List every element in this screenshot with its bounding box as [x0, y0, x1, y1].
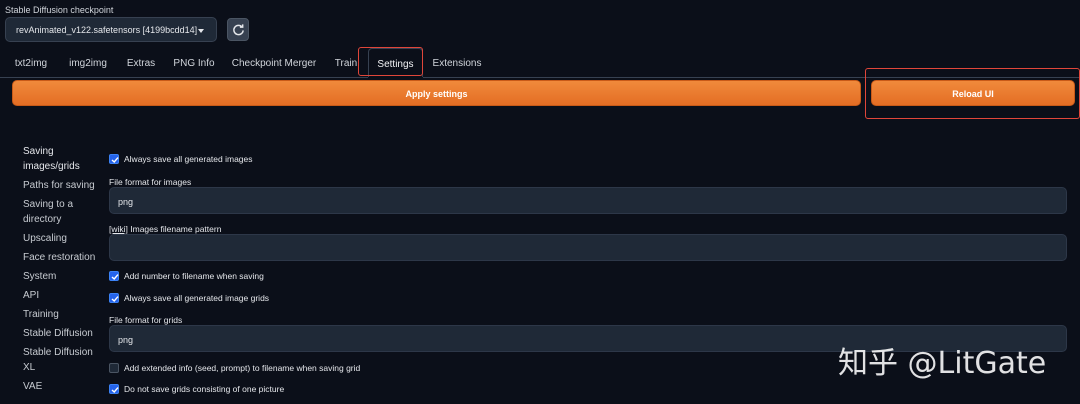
- sidebar-item-system[interactable]: System: [23, 269, 103, 284]
- always-save-grids-checkbox[interactable]: [109, 293, 119, 303]
- no-single-grid-label: Do not save grids consisting of one pict…: [124, 384, 285, 394]
- reload-ui-button[interactable]: Reload UI: [871, 80, 1075, 106]
- tab-extras[interactable]: Extras: [120, 48, 162, 78]
- sidebar-item-training[interactable]: Training: [23, 307, 103, 322]
- settings-sidebar: Saving images/grids Paths for saving Sav…: [23, 144, 103, 398]
- add-number-checkbox[interactable]: [109, 271, 119, 281]
- sidebar-item-stable-diffusion-xl[interactable]: Stable Diffusion XL: [23, 345, 103, 375]
- tab-train[interactable]: Train: [328, 48, 364, 78]
- add-extended-info-label: Add extended info (seed, prompt) to file…: [124, 363, 361, 373]
- filename-pattern-label-text: Images filename pattern: [127, 224, 222, 234]
- filename-pattern-input[interactable]: [109, 234, 1067, 261]
- sidebar-item-paths-for-saving[interactable]: Paths for saving: [23, 178, 103, 193]
- checkmark-icon: [111, 157, 119, 164]
- checkpoint-value: revAnimated_v122.safetensors [4199bcdd14…: [16, 25, 198, 35]
- sidebar-item-upscaling[interactable]: Upscaling: [23, 231, 103, 246]
- tab-png-info[interactable]: PNG Info: [168, 48, 220, 78]
- add-number-label: Add number to filename when saving: [124, 271, 264, 281]
- always-save-images-checkbox[interactable]: [109, 154, 119, 164]
- checkmark-icon: [111, 387, 119, 394]
- sidebar-item-saving-to-directory[interactable]: Saving to a directory: [23, 197, 103, 227]
- main-tabs: txt2img img2img Extras PNG Info Checkpoi…: [0, 48, 1080, 78]
- file-format-grids-label: File format for grids: [109, 315, 183, 325]
- add-extended-info-checkbox[interactable]: [109, 363, 119, 373]
- wiki-link[interactable]: [wiki]: [109, 224, 128, 234]
- tab-extensions[interactable]: Extensions: [428, 48, 486, 78]
- filename-pattern-label: [wiki] Images filename pattern: [109, 224, 221, 234]
- tabs-divider: [0, 77, 1080, 78]
- sidebar-item-face-restoration[interactable]: Face restoration: [23, 250, 103, 265]
- tab-txt2img[interactable]: txt2img: [6, 48, 56, 78]
- tab-img2img[interactable]: img2img: [62, 48, 114, 78]
- always-save-grids-label: Always save all generated image grids: [124, 293, 270, 303]
- checkpoint-dropdown[interactable]: revAnimated_v122.safetensors [4199bcdd14…: [5, 17, 217, 42]
- sidebar-item-stable-diffusion[interactable]: Stable Diffusion: [23, 326, 103, 341]
- chevron-down-icon: [198, 29, 204, 33]
- checkmark-icon: [111, 296, 119, 303]
- watermark: 知乎 @LitGate: [838, 346, 1047, 381]
- checkmark-icon: [111, 274, 119, 281]
- sidebar-item-api[interactable]: API: [23, 288, 103, 303]
- refresh-checkpoint-button[interactable]: [227, 18, 249, 41]
- checkpoint-label: Stable Diffusion checkpoint: [5, 5, 114, 15]
- no-single-grid-checkbox[interactable]: [109, 384, 119, 394]
- sidebar-item-saving-images-grids[interactable]: Saving images/grids: [23, 144, 103, 174]
- tab-checkpoint-merger[interactable]: Checkpoint Merger: [226, 48, 322, 78]
- file-format-images-label: File format for images: [109, 177, 192, 187]
- tab-settings[interactable]: Settings: [368, 48, 423, 78]
- always-save-images-label: Always save all generated images: [124, 154, 253, 164]
- refresh-icon: [233, 24, 244, 36]
- sidebar-item-vae[interactable]: VAE: [23, 379, 103, 394]
- apply-settings-button[interactable]: Apply settings: [12, 80, 861, 106]
- file-format-images-input[interactable]: png: [109, 187, 1067, 214]
